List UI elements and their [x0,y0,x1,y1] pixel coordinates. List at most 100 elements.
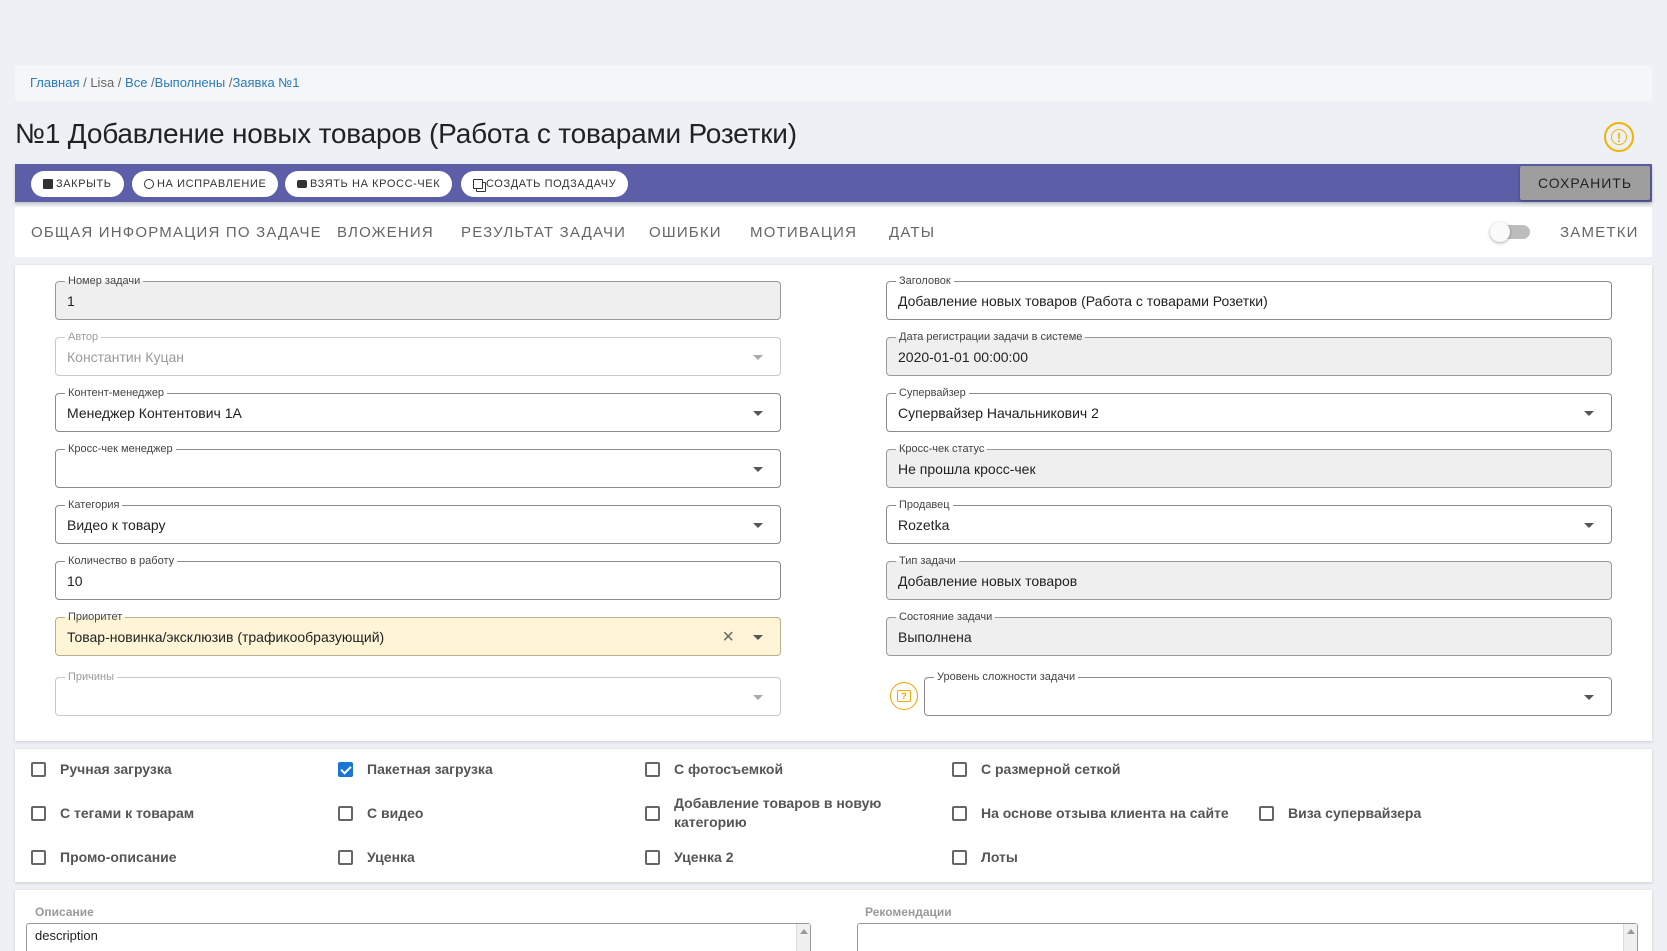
breadcrumb-all-link[interactable]: Все [125,75,147,90]
help-icon[interactable]: ? [890,682,918,710]
notes-toggle[interactable] [1490,222,1530,242]
page-title: №1 Добавление новых товаров (Работа с то… [15,118,797,149]
field-value: 2020-01-01 00:00:00 [898,349,1028,365]
description-value: description [35,928,98,943]
recommendations-label: Рекомендации [865,905,952,919]
checkbox-label: Добавление товаров в новую категорию [674,795,882,830]
field-value: Константин Куцан [67,349,184,365]
field-label: Кросс-чек менеджер [65,442,176,456]
tab-errors[interactable]: Ошибки [649,224,722,241]
complexity-select[interactable]: Уровень сложности задачи [924,670,1612,716]
checkbox-batch-upload[interactable]: Пакетная загрузка [338,760,493,779]
checkbox-video[interactable]: С видео [338,804,423,823]
checkbox-box [338,762,353,777]
description-textarea[interactable]: description [26,923,811,951]
cross-check-status-field[interactable]: Кросс-чек статус Не прошла кросс-чек [886,442,1612,488]
breadcrumb-done-link[interactable]: Выполнены [155,75,226,90]
checkbox-supervisor-visa[interactable]: Виза супервайзера [1259,804,1421,823]
tab-motivation[interactable]: Мотивация [750,224,857,241]
task-form-card: Номер задачи 1 Автор Константин Куцан Ко… [15,265,1652,741]
create-subtask-button[interactable]: Создать подзадачу [461,171,629,197]
checkbox-size-chart[interactable]: С размерной сеткой [952,760,1121,779]
checkbox-label: С фотосъемкой [674,761,784,777]
checkbox-box [645,762,660,777]
field-label: Уровень сложности задачи [934,670,1079,684]
checkbox-client-review[interactable]: На основе отзыва клиента на сайте [952,804,1229,823]
chevron-down-icon [753,467,763,472]
checkbox-manual-upload[interactable]: Ручная загрузка [31,760,172,779]
chevron-down-icon [1584,523,1594,528]
field-value: Видео к товару [67,517,166,533]
checkbox-markdown[interactable]: Уценка [338,848,415,867]
priority-select[interactable]: Приоритет Товар-новинка/эксклюзив (трафи… [55,610,781,656]
alert-icon[interactable]: ! [1604,122,1634,152]
seller-select[interactable]: Продавец Rozetka [886,498,1612,544]
field-label: Автор [65,330,102,344]
category-select[interactable]: Категория Видео к товару [55,498,781,544]
checkbox-label: Виза супервайзера [1288,805,1422,821]
checkbox-photo[interactable]: С фотосъемкой [645,760,783,779]
field-label: Категория [65,498,123,512]
archive-icon [43,179,53,189]
checkbox-markdown-2[interactable]: Уценка 2 [645,848,734,867]
tab-dates[interactable]: Даты [889,224,935,241]
checkbox-box [645,806,660,821]
checkbox-label: С размерной сеткой [981,761,1121,777]
history-icon [144,179,154,189]
chevron-down-icon [753,695,763,700]
checkbox-label: Уценка [367,849,415,865]
checkbox-promo-description[interactable]: Промо-описание [31,848,177,867]
copy-icon [473,179,483,189]
checkbox-lots[interactable]: Лоты [952,848,1018,867]
registration-date-field[interactable]: Дата регистрации задачи в системе 2020-0… [886,330,1612,376]
checkbox-tags[interactable]: С тегами к товарам [31,804,194,823]
reasons-select[interactable]: Причины [55,670,781,716]
field-label: Количество в работу [65,554,178,568]
checkbox-new-category[interactable]: Добавление товаров в новую категорию [645,794,905,832]
checkbox-box [338,850,353,865]
tab-notes[interactable]: Заметки [1560,224,1639,241]
checkbox-box [31,762,46,777]
send-to-fix-button[interactable]: На исправление [132,171,279,197]
task-state-field[interactable]: Состояние задачи Выполнена [886,610,1612,656]
author-select[interactable]: Автор Константин Куцан [55,330,781,376]
field-label: Кросс-чек статус [896,442,988,456]
task-number-field[interactable]: Номер задачи 1 [55,274,781,320]
supervisor-select[interactable]: Супервайзер Супервайзер Начальникович 2 [886,386,1612,432]
quantity-input[interactable]: Количество в работу 10 [55,554,781,600]
checkbox-label: Пакетная загрузка [367,761,493,777]
checkbox-box [952,762,967,777]
field-value: Добавление новых товаров [898,573,1078,589]
field-value: 10 [67,573,83,589]
cross-check-manager-select[interactable]: Кросс-чек менеджер [55,442,781,488]
tab-general[interactable]: Общая информация по задаче [31,224,322,241]
save-button[interactable]: Сохранить [1520,166,1650,200]
recommendations-textarea[interactable] [857,923,1638,951]
tab-result[interactable]: Результат задачи [461,224,626,241]
checkbox-label: Уценка 2 [674,849,734,865]
checkbox-box [31,806,46,821]
field-label: Состояние задачи [896,610,996,624]
checkbox-box [952,806,967,821]
breadcrumb-current-link[interactable]: Заявка №1 [232,75,299,90]
checkbox-label: Промо-описание [60,849,177,865]
description-label: Описание [35,905,94,919]
tab-attachments[interactable]: Вложения [337,224,434,241]
take-cross-check-label: Взять на кросс-чек [310,178,441,190]
checkbox-label: Ручная загрузка [60,761,172,777]
task-type-field[interactable]: Тип задачи Добавление новых товаров [886,554,1612,600]
checkbox-box [952,850,967,865]
scrollbar[interactable] [796,924,810,951]
take-cross-check-button[interactable]: Взять на кросс-чек [285,171,453,197]
chevron-down-icon [753,523,763,528]
scrollbar[interactable] [1623,924,1637,951]
close-task-button[interactable]: Закрыть [31,171,124,197]
field-label: Тип задачи [896,554,959,568]
breadcrumb-home-link[interactable]: Главная [30,75,79,90]
heading-input[interactable]: Заголовок Добавление новых товаров (Рабо… [886,274,1612,320]
clear-icon[interactable]: × [722,627,734,647]
chevron-down-icon [753,411,763,416]
action-toolbar: Закрыть На исправление Взять на кросс-че… [15,164,1652,202]
field-value: Rozetka [898,517,950,533]
content-manager-select[interactable]: Контент-менеджер Менеджер Контентович 1А [55,386,781,432]
